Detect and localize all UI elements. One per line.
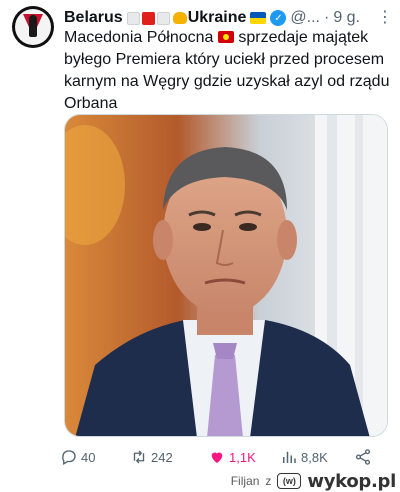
tweet-photo[interactable] — [64, 114, 388, 437]
views-icon — [283, 451, 296, 463]
white-square-icon — [156, 11, 170, 25]
tweet-actions: 40 242 1,1K 8,8K — [60, 446, 390, 468]
more-icon[interactable]: ⋮ — [376, 7, 394, 27]
name-emoji-flags — [126, 11, 188, 25]
reply-button[interactable]: 40 — [60, 448, 124, 466]
views-count: 8,8K — [301, 449, 328, 465]
footer-z: z — [265, 474, 272, 488]
tweet-text: Macedonia Północna sprzedaje majątek był… — [64, 27, 392, 115]
photo-illustration — [65, 115, 387, 436]
white-square-icon — [126, 11, 140, 25]
tweet-text-line1-suffix: sprzedaje majątek — [233, 29, 369, 46]
like-count: 1,1K — [229, 449, 256, 465]
tweet-header: Belarus Ukraine ✓ @... · 9 g. ⋮ — [64, 7, 394, 29]
tweet-time[interactable]: 9 g. — [333, 9, 360, 27]
share-button[interactable] — [354, 448, 378, 466]
retweet-button[interactable]: 242 — [130, 448, 202, 466]
reply-count: 40 — [81, 449, 96, 465]
retweet-count: 242 — [151, 449, 173, 465]
retweet-icon — [133, 450, 145, 464]
wykop-logo-icon: (w) — [277, 473, 302, 489]
heart-icon — [211, 452, 223, 463]
separator-dot: · — [323, 9, 330, 26]
handshake-icon — [172, 12, 187, 24]
like-button[interactable]: 1,1K — [208, 448, 280, 466]
wykop-footer: Filjan z (w) wykop.pl — [231, 470, 397, 492]
ukraine-flag-icon — [250, 12, 267, 24]
tweet-text-rest: byłego Premiera który uciekł przed proce… — [64, 51, 390, 112]
tweet-text-line1-prefix: Macedonia Północna — [64, 29, 214, 46]
share-icon — [355, 449, 371, 465]
author-name-suffix[interactable]: Ukraine — [188, 9, 247, 27]
wykop-wordmark[interactable]: wykop.pl — [307, 471, 396, 492]
reply-icon — [62, 450, 76, 465]
views-button[interactable]: 8,8K — [280, 448, 354, 466]
avatar[interactable] — [12, 6, 54, 48]
footer-user[interactable]: Filjan — [231, 474, 260, 488]
red-square-icon — [141, 11, 155, 25]
avatar-figure — [29, 15, 37, 37]
north-macedonia-flag-icon — [217, 31, 234, 43]
author-name[interactable]: Belarus — [64, 9, 123, 27]
author-handle[interactable]: @... — [290, 9, 320, 27]
verified-icon: ✓ — [270, 10, 287, 26]
